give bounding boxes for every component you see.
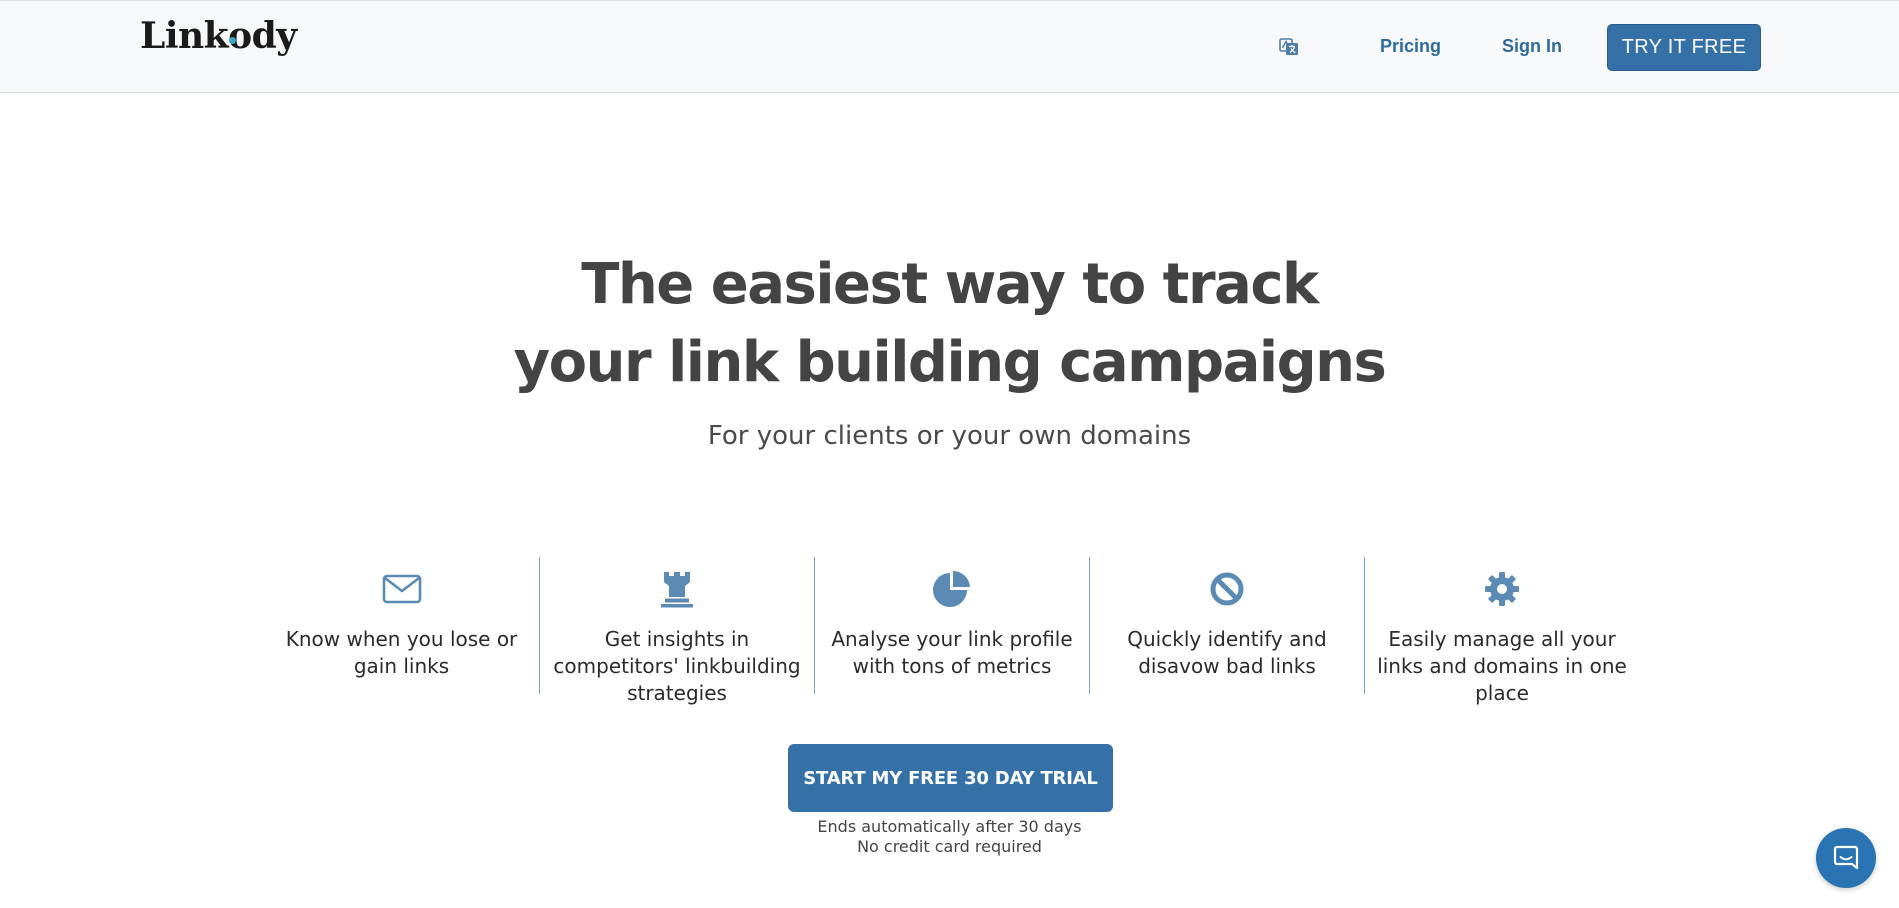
hero-subtitle: For your clients or your own domains (707, 421, 1192, 451)
hero-line1-bold: track (1162, 252, 1320, 317)
pie-chart-icon (933, 571, 970, 607)
trial-note-line1: Ends automatically after 30 days (817, 817, 1082, 836)
translate-icon[interactable] (1279, 37, 1299, 57)
feature-text: Analyse your link profile with tons of m… (831, 627, 1073, 678)
feature-text: Get insights in competitors' linkbuildin… (553, 627, 801, 705)
envelope-icon (382, 574, 421, 604)
chat-icon (1833, 845, 1859, 870)
feature-text: Quickly identify and disavow bad links (1127, 627, 1327, 678)
logo[interactable]: Linkody (140, 15, 297, 57)
start-trial-button[interactable]: START MY FREE 30 DAY TRIAL (788, 744, 1113, 812)
logo-dot (229, 37, 236, 44)
hero-title: The easiest way to track your link build… (0, 246, 1899, 402)
feature-item: Quickly identify and disavow bad links (1089, 557, 1364, 694)
ban-icon (1210, 572, 1244, 606)
hero-line2: your link building campaigns (513, 330, 1387, 395)
rook-icon (661, 572, 693, 608)
hero-line2-bold: link building (668, 330, 1043, 395)
hero-line2-text-b: campaigns (1041, 330, 1387, 395)
chat-launcher-button[interactable] (1816, 828, 1876, 888)
hero-line1: The easiest way to track (581, 252, 1320, 317)
feature-item: Know when you lose or gain links (264, 557, 539, 694)
features-row: Know when you lose or gain links Get ins… (264, 557, 1639, 705)
trial-note-line2: No credit card required (857, 837, 1042, 856)
nav-signin-link[interactable]: Sign In (1502, 36, 1562, 57)
hero-line1-text: The easiest way to (581, 252, 1163, 317)
feature-text: Easily manage all your links and domains… (1377, 627, 1627, 705)
nav-pricing-link[interactable]: Pricing (1380, 36, 1441, 57)
gear-icon (1485, 572, 1519, 606)
feature-text: Know when you lose or gain links (285, 627, 518, 678)
hero-line2-text-a: your (513, 330, 669, 395)
feature-item: Analyse your link profile with tons of m… (814, 557, 1089, 694)
site-header: Linkody Pricing Sign In TRY IT FREE (0, 0, 1899, 93)
feature-item: Get insights in competitors' linkbuildin… (539, 557, 814, 705)
try-it-free-button[interactable]: TRY IT FREE (1607, 24, 1761, 71)
feature-item: Easily manage all your links and domains… (1364, 557, 1639, 705)
